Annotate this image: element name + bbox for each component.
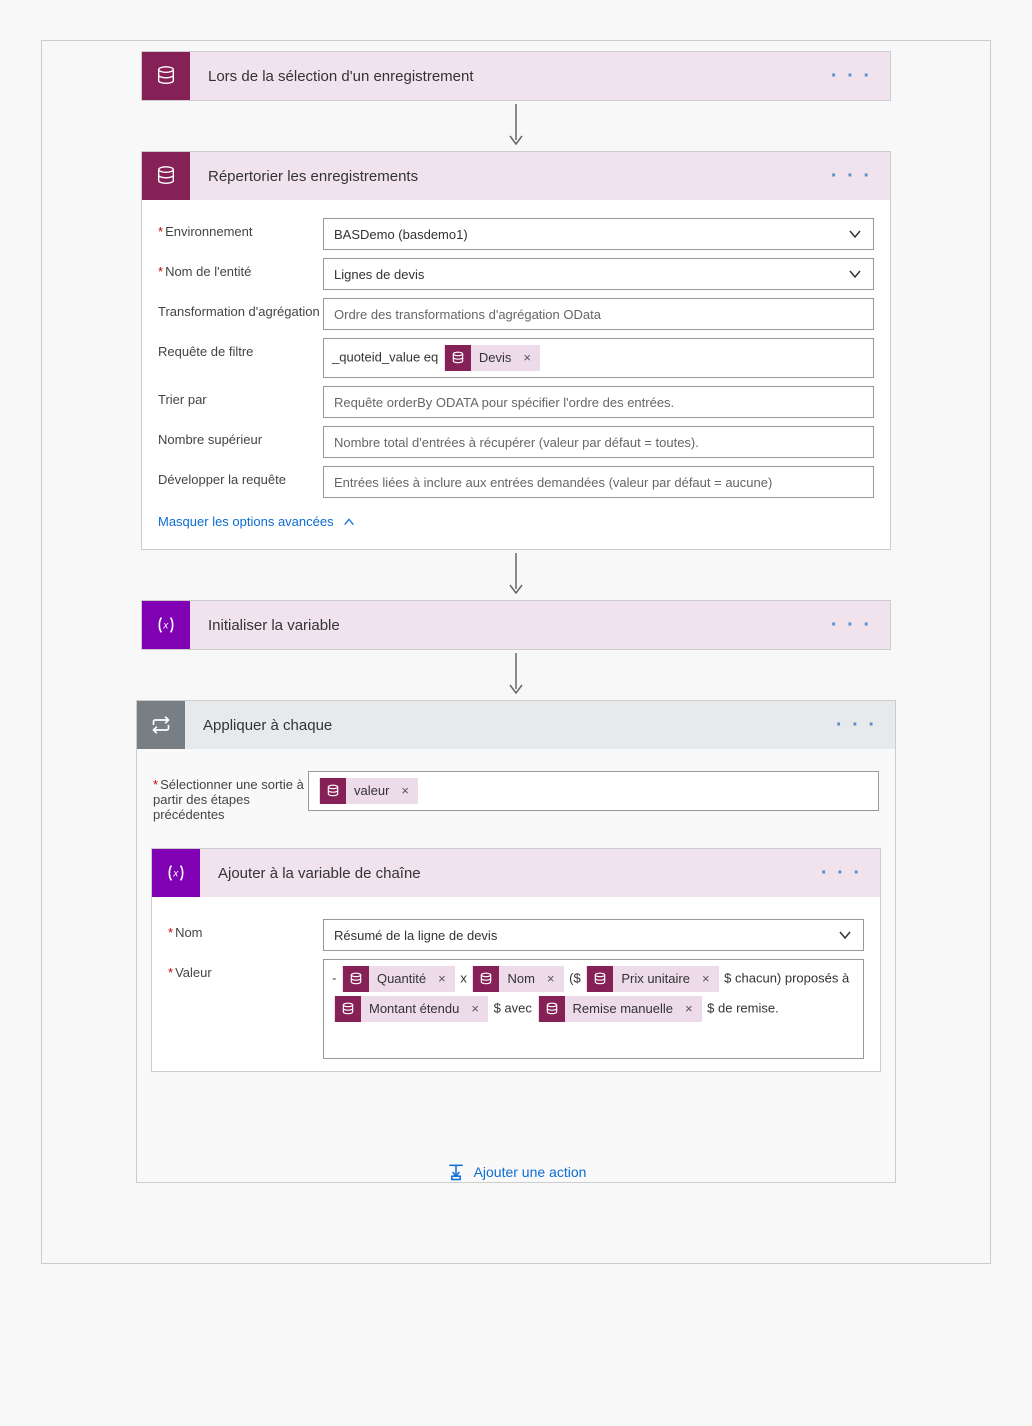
expand-label: Développer la requête [158,466,323,487]
token-remove[interactable]: × [543,965,563,993]
append-header[interactable]: x Ajouter à la variable de chaîne · · · [152,849,880,897]
foreach-select-label: *Sélectionner une sortie à partir des ét… [153,771,308,822]
filter-input[interactable]: _quoteid_value eq Devis × [323,338,874,378]
append-value-label: *Valeur [168,959,323,980]
svg-text:x: x [172,869,179,880]
top-input[interactable]: Nombre total d'entrées à récupérer (vale… [323,426,874,458]
append-name-label: *Nom [168,919,323,940]
aggr-label: Transformation d'agrégation [158,298,323,319]
chevron-up-icon [342,515,356,529]
aggr-input[interactable]: Ordre des transformations d'agrégation O… [323,298,874,330]
list-card[interactable]: Répertorier les enregistrements · · · *E… [141,151,891,550]
foreach-header[interactable]: Appliquer à chaque · · · [137,701,895,749]
card-menu-button[interactable]: · · · [831,165,890,188]
connector-arrow [141,650,891,700]
foreach-body: *Sélectionner une sortie à partir des ét… [137,749,895,834]
list-body: *Environnement BASDemo (basdemo1) *Nom d… [142,200,890,549]
foreach-card[interactable]: Appliquer à chaque · · · *Sélectionner u… [136,700,896,1183]
hide-advanced-link[interactable]: Masquer les options avancées [158,506,356,539]
token-remove[interactable]: × [397,777,417,805]
add-action-row: Ajouter une action [137,1162,895,1182]
database-icon [587,966,613,992]
card-menu-button[interactable]: · · · [836,714,895,737]
top-label: Nombre supérieur [158,426,323,447]
token-remove[interactable]: × [519,344,539,372]
token-prix-unitaire[interactable]: Prix unitaire× [586,966,718,992]
database-icon [539,996,565,1022]
token-remove[interactable]: × [434,965,454,993]
variable-icon: x [152,849,200,897]
expand-input[interactable]: Entrées liées à inclure aux entrées dema… [323,466,874,498]
card-menu-button[interactable]: · · · [821,862,880,885]
foreach-select-input[interactable]: valeur × [308,771,879,811]
append-name-select[interactable]: Résumé de la ligne de devis [323,919,864,951]
card-menu-button[interactable]: · · · [831,65,890,88]
loop-icon [137,701,185,749]
database-icon [343,966,369,992]
token-quantite[interactable]: Quantité× [342,966,455,992]
chevron-down-icon [837,927,853,943]
sort-input[interactable]: Requête orderBy ODATA pour spécifier l'o… [323,386,874,418]
append-body: *Nom Résumé de la ligne de devis *Valeur… [152,897,880,1071]
initvar-title: Initialiser la variable [190,617,831,634]
env-select[interactable]: BASDemo (basdemo1) [323,218,874,250]
entity-label: *Nom de l'entité [158,258,323,279]
variable-icon: x [142,601,190,649]
token-remove[interactable]: × [467,995,487,1023]
token-devis[interactable]: Devis × [444,345,540,371]
database-icon [335,996,361,1022]
add-action-icon [446,1162,466,1182]
token-nom[interactable]: Nom× [472,966,563,992]
chevron-down-icon [847,226,863,242]
list-header[interactable]: Répertorier les enregistrements · · · [142,152,890,200]
database-icon [320,778,346,804]
filter-label: Requête de filtre [158,338,323,359]
database-icon [142,52,190,100]
trigger-header[interactable]: Lors de la sélection d'un enregistrement… [142,52,890,100]
card-menu-button[interactable]: · · · [831,614,890,637]
env-label: *Environnement [158,218,323,239]
trigger-title: Lors de la sélection d'un enregistrement [190,68,831,85]
token-remise-manuelle[interactable]: Remise manuelle× [538,996,702,1022]
entity-select[interactable]: Lignes de devis [323,258,874,290]
chevron-down-icon [847,266,863,282]
database-icon [142,152,190,200]
trigger-card[interactable]: Lors de la sélection d'un enregistrement… [141,51,891,101]
initvar-header[interactable]: x Initialiser la variable · · · [142,601,890,649]
token-valeur[interactable]: valeur × [319,778,418,804]
flow-canvas: Lors de la sélection d'un enregistrement… [41,40,991,1264]
append-card[interactable]: x Ajouter à la variable de chaîne · · · … [151,848,881,1072]
initvar-card[interactable]: x Initialiser la variable · · · [141,600,891,650]
append-title: Ajouter à la variable de chaîne [200,865,821,882]
foreach-title: Appliquer à chaque [185,717,836,734]
token-montant-etendu[interactable]: Montant étendu× [334,996,488,1022]
connector-arrow [141,550,891,600]
token-remove[interactable]: × [698,965,718,993]
token-remove[interactable]: × [681,995,701,1023]
list-title: Répertorier les enregistrements [190,168,831,185]
svg-text:x: x [162,621,169,632]
connector-arrow [141,101,891,151]
sort-label: Trier par [158,386,323,407]
database-icon [445,345,471,371]
database-icon [473,966,499,992]
append-value-input[interactable]: - Quantité× x Nom× ($ Prix unitaire× $ c… [323,959,864,1059]
add-action-button[interactable]: Ajouter une action [446,1162,587,1182]
